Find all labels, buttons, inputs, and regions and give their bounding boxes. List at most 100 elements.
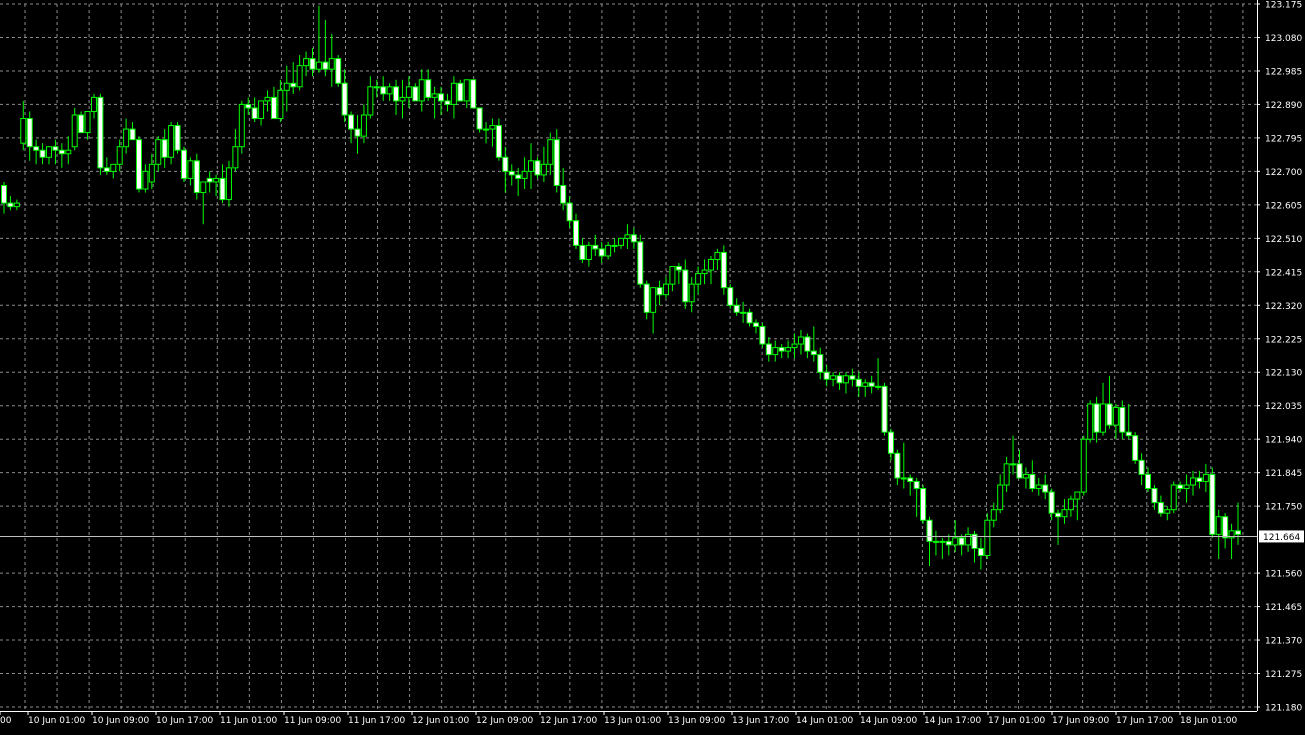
candle [180,146,187,182]
candle-body [463,79,470,102]
candle-body [7,202,14,208]
candle-body [13,202,20,208]
candle-body [1,184,7,204]
candle-body [232,146,239,169]
candle-body [258,100,265,120]
candle-body [142,170,149,190]
candle-body [1222,516,1229,539]
candle-body [26,118,33,148]
candle-body [920,488,927,521]
candle-body [573,220,580,246]
x-tick-label: 11 Jun 09:00 [284,716,341,726]
candle-body [836,375,843,384]
candle-body [206,177,213,183]
candle-body [630,234,637,243]
chart-window[interactable]: 123.175 123.080 122.985 122.890 122.795 122.7… [0,0,1305,735]
candle-body [765,343,772,356]
y-tick-label: 122.605 [1265,201,1302,211]
candle-body [1042,484,1049,493]
candle-body [213,177,220,183]
x-tick-label: 12 Jun 01:00 [412,716,469,726]
candle-body [1029,473,1036,490]
y-tick-label: 122.225 [1265,335,1302,345]
candle-body [58,149,65,155]
candle [476,107,483,133]
x-tick-label: 13 Jun 17:00 [732,716,789,726]
candle [193,153,200,200]
candle-body [502,156,509,172]
candle-body [1016,463,1023,479]
y-tick-label: 123.175 [1265,1,1302,11]
y-tick-label: 122.415 [1265,268,1302,278]
y-tick-label: 122.510 [1265,235,1302,245]
x-tick-label: 14 Jun 01:00 [796,716,853,726]
candle-body [283,82,290,91]
candle [1170,481,1177,514]
candle-body [1164,509,1171,514]
candle-body [290,82,297,88]
candle-body [759,325,766,345]
candle-body [720,251,727,289]
candle-body [33,146,40,151]
y-tick-label: 121.560 [1265,570,1302,580]
candle-body [566,202,573,222]
candle [1209,467,1216,538]
candle-body [868,382,875,387]
candle-body [193,160,200,194]
y-tick-label: 122.320 [1265,302,1302,312]
candle-body [701,269,708,275]
candle-body [650,287,657,313]
x-tick-label: 17 Jun 17:00 [1116,716,1173,726]
candle-body [1215,516,1222,535]
candle-body [875,385,882,388]
candle-body [20,118,27,144]
candle-body [1106,403,1113,426]
candle-body [457,82,464,102]
candle-body [123,128,130,148]
candle-body [772,347,779,356]
candle-body [932,540,939,543]
candle-body [373,86,380,89]
candle [470,79,477,109]
candle-body [148,163,155,183]
candle-body [1093,403,1100,433]
candle-body [438,93,445,102]
candle [135,136,142,193]
candle-body [1209,473,1216,535]
x-tick-label: 12 Jun 17:00 [540,716,597,726]
candle [1080,435,1087,496]
y-tick-label: 123.080 [1265,34,1302,44]
candle-body [393,86,400,102]
y-tick-label: 122.985 [1265,67,1302,77]
candle-body [778,347,785,352]
x-tick-label: 10 Jun 01:00 [28,716,85,726]
candle-body [245,103,252,109]
candle-body [187,160,194,179]
candlestick-chart[interactable]: 123.175 123.080 122.985 122.890 122.795 122.7… [0,0,1305,735]
candle-body [277,89,284,120]
x-tick-label: 13 Jun 01:00 [604,716,661,726]
candle-body [418,79,425,102]
y-tick-label: 121.180 [1265,704,1302,714]
candle-body [380,86,387,95]
y-tick-label: 121.275 [1265,670,1302,680]
y-tick-label: 121.940 [1265,436,1302,446]
candle [225,160,232,207]
candle-body [618,237,624,246]
candle-body [1235,530,1241,535]
candle-body [251,107,258,120]
y-tick-label: 121.370 [1265,637,1302,647]
candle-body [797,336,804,345]
x-tick-label: 12 Jun 09:00 [476,716,533,726]
candle-body [425,79,432,98]
candle-body [662,283,669,296]
candle-body [405,86,412,98]
candle-body [354,128,361,137]
x-tick-label: 00 [0,716,12,726]
candle-body [296,65,303,88]
candle-body [219,177,226,201]
candle-body [534,160,541,176]
candle-body [155,139,162,165]
y-tick-label: 121.750 [1265,503,1302,513]
candle-body [270,96,277,120]
